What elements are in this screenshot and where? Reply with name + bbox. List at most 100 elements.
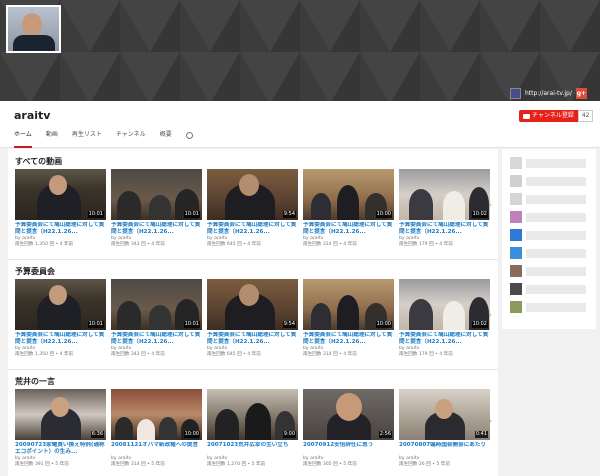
video-card[interactable]: 10:02 予算委員会にて鳩山総理に対して質問と提言（H22.1.26... b… [399,169,490,248]
video-thumbnail[interactable]: 9:54 [207,279,298,330]
video-duration: 0:41 [474,431,488,438]
video-title[interactable]: 予算委員会にて鳩山総理に対して質問と提言（H22.1.26... [399,222,490,236]
video-title[interactable]: 20081121オバマ新政権への提言 [111,442,202,456]
website-icon [510,87,521,99]
video-card[interactable]: 10:01 予算委員会にて鳩山総理に対して質問と提言（H22.1.26... b… [111,169,202,248]
chevron-right-icon[interactable]: › [489,417,492,425]
section-title[interactable]: 予算委員会 [15,266,55,277]
video-row: 10:01 予算委員会にて鳩山総理に対して質問と提言（H22.1.26... b… [15,169,490,248]
section-title[interactable]: 荒井の一言 [15,376,55,387]
sidebar-item[interactable] [510,283,586,295]
video-card[interactable]: 9:54 予算委員会にて鳩山総理に対して質問と提言（H22.1.26... by… [207,169,298,248]
video-title[interactable]: 予算委員会にて鳩山総理に対して質問と提言（H22.1.26... [303,222,394,236]
video-title[interactable]: 予算委員会にて鳩山総理に対して質問と提言（H22.1.26... [399,332,490,346]
video-title[interactable]: 予算委員会にて鳩山総理に対して質問と提言（H22.1.26... [207,332,298,346]
blurred-text [526,212,586,222]
video-thumbnail[interactable]: 10:00 [111,389,202,440]
video-card[interactable]: 9:00 20071023荒井広幸の生い立ち by araitv 再生回数 1,… [207,389,298,468]
video-title[interactable]: 20070807臨時国会開会にあたり [399,442,490,456]
video-thumbnail[interactable]: 0:41 [399,389,490,440]
subscribe-button[interactable]: チャンネル登録 [519,110,578,122]
video-card[interactable]: 10:00 予算委員会にて鳩山総理に対して質問と提言（H22.1.26... b… [303,169,394,248]
tab-playlists[interactable]: 再生リスト [72,129,102,148]
video-thumbnail[interactable]: 10:00 [303,169,394,220]
video-stats: 再生回数 645 回 • 4 年前 [207,242,261,247]
video-card[interactable]: 10:01 予算委員会にて鳩山総理に対して質問と提言（H22.1.26... b… [15,279,106,358]
chevron-right-icon[interactable]: › [489,201,492,209]
video-thumbnail[interactable]: 10:02 [399,169,490,220]
video-duration: 2:56 [378,431,392,438]
video-title[interactable]: 予算委員会にて鳩山総理に対して質問と提言（H22.1.26... [15,332,106,346]
blurred-text [526,158,586,168]
video-card[interactable]: 9:54 予算委員会にて鳩山総理に対して質問と提言（H22.1.26... by… [207,279,298,358]
video-title[interactable]: 予算委員会にて鳩山総理に対して質問と提言（H22.1.26... [207,222,298,236]
video-card[interactable]: 10:02 予算委員会にて鳩山総理に対して質問と提言（H22.1.26... b… [399,279,490,358]
video-stats: 再生回数 26 回 • 5 年前 [399,462,450,467]
avatar [510,157,522,169]
section-title[interactable]: すべての動画 [15,156,62,167]
avatar [510,175,522,187]
avatar [510,193,522,205]
blurred-text [526,284,586,294]
video-card[interactable]: 10:01 予算委員会にて鳩山総理に対して質問と提言（H22.1.26... b… [15,169,106,248]
video-stats: 再生回数 1,270 回 • 5 年前 [207,462,266,467]
video-thumbnail[interactable]: 2:56 [303,389,394,440]
video-thumbnail[interactable]: 10:01 [15,169,106,220]
channel-header: araitv チャンネル登録 42 ホーム 動画 再生リスト チャンネル 概要 [0,101,600,148]
sidebar-item[interactable] [510,211,586,223]
video-stats: 再生回数 305 回 • 5 年前 [303,462,357,467]
video-thumbnail[interactable]: 10:01 [111,169,202,220]
video-title[interactable]: 予算委員会にて鳩山総理に対して質問と提言（H22.1.26... [111,332,202,346]
chevron-right-icon[interactable]: › [489,311,492,319]
sidebar-item[interactable] [510,175,586,187]
sidebar-item[interactable] [510,247,586,259]
video-title[interactable]: 20070912安倍辞任に思う [303,442,394,456]
video-duration: 10:01 [183,321,200,328]
blurred-text [526,266,586,276]
channel-name[interactable]: araitv [14,109,50,122]
video-stats: 再生回数 343 回 • 4 年前 [111,242,165,247]
video-duration: 9:54 [282,321,296,328]
video-card[interactable]: 10:00 予算委員会にて鳩山総理に対して質問と提言（H22.1.26... b… [303,279,394,358]
video-stats: 再生回数 179 回 • 4 年前 [399,352,453,357]
video-thumbnail[interactable]: 9:00 [207,389,298,440]
sidebar-item[interactable] [510,193,586,205]
avatar [510,283,522,295]
sidebar-item[interactable] [510,301,586,313]
website-link[interactable]: http://arai-tv.jp/ [525,90,572,97]
video-thumbnail[interactable]: 10:00 [303,279,394,330]
video-stats: 再生回数 1,350 回 • 4 年前 [15,242,74,247]
video-title[interactable]: 20090723家電買い換え特例(通称エコポイント）の生み... [15,442,106,456]
channel-avatar[interactable] [6,5,61,53]
tab-home[interactable]: ホーム [14,129,32,148]
tab-about[interactable]: 概要 [160,129,172,148]
video-duration: 10:00 [375,321,392,328]
sidebar-item[interactable] [510,229,586,241]
video-thumbnail[interactable]: 10:01 [111,279,202,330]
video-card[interactable]: 2:56 20070912安倍辞任に思う by araitv 再生回数 305 … [303,389,394,468]
video-stats: 再生回数 391 回 • 5 年前 [15,462,69,467]
video-thumbnail[interactable]: 6:36 [15,389,106,440]
google-plus-icon[interactable]: g+ [575,87,587,99]
video-thumbnail[interactable]: 9:54 [207,169,298,220]
tab-videos[interactable]: 動画 [46,129,58,148]
video-thumbnail[interactable]: 10:02 [399,279,490,330]
subscribe-control: チャンネル登録 42 [519,110,594,122]
section-divider [8,369,498,370]
avatar [510,211,522,223]
search-icon[interactable] [185,132,193,139]
video-card[interactable]: 10:01 予算委員会にて鳩山総理に対して質問と提言（H22.1.26... b… [111,279,202,358]
video-title[interactable]: 予算委員会にて鳩山総理に対して質問と提言（H22.1.26... [303,332,394,346]
video-duration: 9:00 [282,431,296,438]
video-card[interactable]: 6:36 20090723家電買い換え特例(通称エコポイント）の生み... by… [15,389,106,468]
video-card[interactable]: 0:41 20070807臨時国会開会にあたり by araitv 再生回数 2… [399,389,490,468]
video-thumbnail[interactable]: 10:01 [15,279,106,330]
sidebar-item[interactable] [510,157,586,169]
video-title[interactable]: 予算委員会にて鳩山総理に対して質問と提言（H22.1.26... [111,222,202,236]
video-card[interactable]: 10:00 20081121オバマ新政権への提言 by araitv 再生回数 … [111,389,202,468]
tab-channels[interactable]: チャンネル [116,129,146,148]
video-stats: 再生回数 314 回 • 5 年前 [111,462,165,467]
video-title[interactable]: 予算委員会にて鳩山総理に対して質問と提言（H22.1.26... [15,222,106,236]
sidebar-item[interactable] [510,265,586,277]
video-title[interactable]: 20071023荒井広幸の生い立ち [207,442,298,456]
